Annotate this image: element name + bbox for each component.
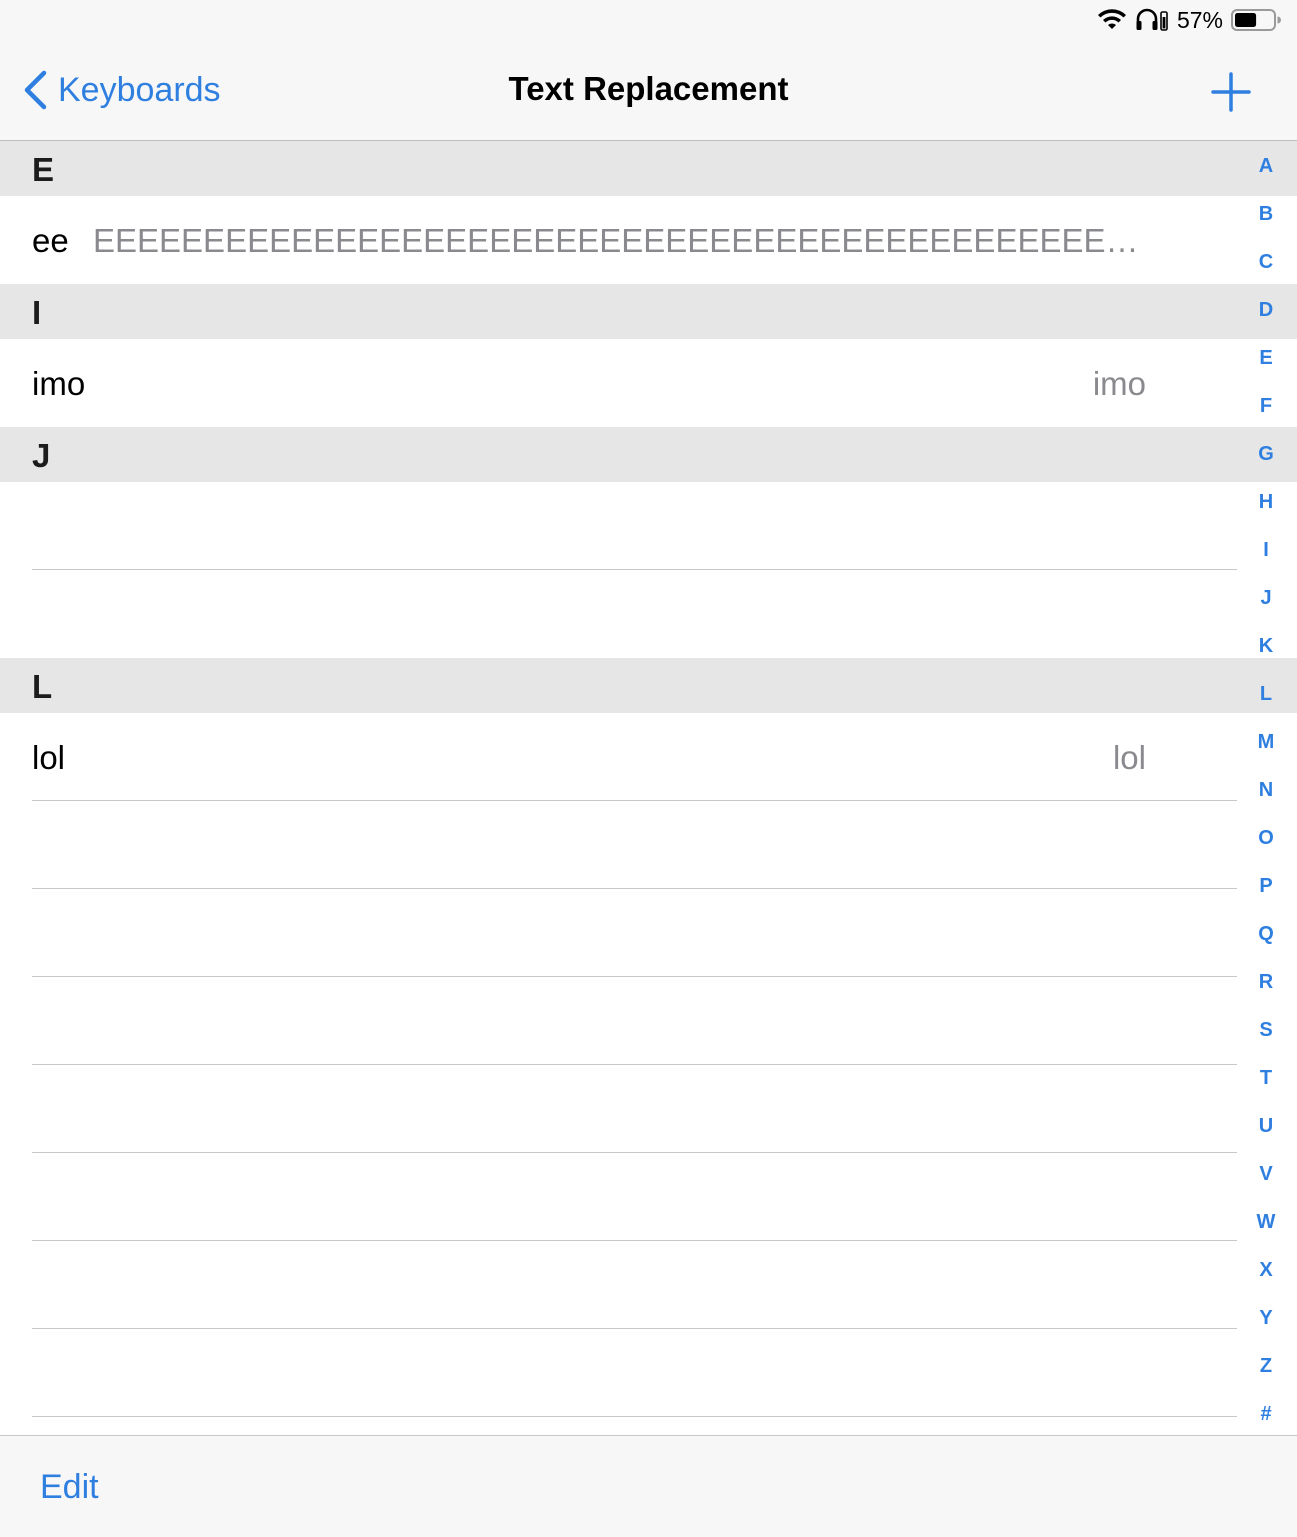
- index-letter-h[interactable]: H: [1235, 491, 1297, 514]
- index-letter-f[interactable]: F: [1235, 395, 1297, 418]
- index-letter-y[interactable]: Y: [1235, 1307, 1297, 1330]
- section-header-i: I: [0, 284, 1297, 339]
- index-letter-e[interactable]: E: [1235, 347, 1297, 370]
- index-letter-w[interactable]: W: [1235, 1211, 1297, 1234]
- status-indicators: 57%: [1097, 6, 1281, 34]
- headphones-icon: [1136, 8, 1168, 31]
- index-letter-u[interactable]: U: [1235, 1115, 1297, 1138]
- row-divider: [32, 1416, 1237, 1417]
- edit-button[interactable]: Edit: [40, 1468, 99, 1507]
- navigation-bar: Keyboards Text Replacement: [0, 40, 1297, 141]
- page-title: Text Replacement: [508, 70, 789, 107]
- status-bar: 57%: [0, 0, 1297, 40]
- section-header-e: E: [0, 141, 1297, 196]
- battery-percentage: 57%: [1176, 6, 1223, 33]
- section-index-bar[interactable]: A B C D E F G H I J K L M N O P Q R S T U V W X Y Z #: [1235, 141, 1297, 1435]
- section-header-label: I: [32, 294, 42, 331]
- phrase-text: ee: [32, 222, 69, 259]
- list-item[interactable]: [0, 1065, 1297, 1153]
- index-letter-o[interactable]: O: [1235, 827, 1297, 850]
- shortcut-text: EEEEEEEEEEEEEEEEEEEEEEEEEEEEEEEEEEEEEEEE…: [93, 222, 1146, 259]
- phrase-text: lol: [32, 739, 66, 776]
- phrase-text: imo: [32, 365, 86, 402]
- index-letter-p[interactable]: P: [1235, 875, 1297, 898]
- index-letter-n[interactable]: N: [1235, 779, 1297, 802]
- section-header-label: E: [32, 151, 55, 188]
- index-letter-j[interactable]: J: [1235, 587, 1297, 610]
- index-letter-x[interactable]: X: [1235, 1259, 1297, 1282]
- index-letter-m[interactable]: M: [1235, 731, 1297, 754]
- index-letter-z[interactable]: Z: [1235, 1355, 1297, 1378]
- index-letter-hash[interactable]: #: [1235, 1403, 1297, 1426]
- index-letter-g[interactable]: G: [1235, 443, 1297, 466]
- list-item[interactable]: [0, 1153, 1297, 1241]
- section-header-j: J: [0, 427, 1297, 482]
- list-item[interactable]: [0, 889, 1297, 977]
- index-letter-v[interactable]: V: [1235, 1163, 1297, 1186]
- list-item[interactable]: [0, 977, 1297, 1065]
- index-letter-a[interactable]: A: [1235, 155, 1297, 178]
- index-letter-s[interactable]: S: [1235, 1019, 1297, 1042]
- index-letter-c[interactable]: C: [1235, 251, 1297, 274]
- index-letter-r[interactable]: R: [1235, 971, 1297, 994]
- index-letter-k[interactable]: K: [1235, 635, 1297, 658]
- list-item[interactable]: ee EEEEEEEEEEEEEEEEEEEEEEEEEEEEEEEEEEEEE…: [0, 196, 1297, 284]
- shortcut-text: lol: [1112, 739, 1146, 776]
- list-item[interactable]: [0, 801, 1297, 889]
- list-item[interactable]: lol lol: [0, 713, 1297, 801]
- text-replacement-list: E ee EEEEEEEEEEEEEEEEEEEEEEEEEEEEEEEEEEE…: [0, 141, 1297, 1417]
- index-letter-b[interactable]: B: [1235, 203, 1297, 226]
- battery-icon: [1231, 9, 1281, 31]
- list-item[interactable]: [0, 482, 1297, 570]
- section-header-label: L: [32, 668, 53, 705]
- list-item[interactable]: [0, 570, 1297, 658]
- index-letter-d[interactable]: D: [1235, 299, 1297, 322]
- index-letter-q[interactable]: Q: [1235, 923, 1297, 946]
- plus-icon: [1211, 72, 1251, 112]
- shortcut-text: imo: [1092, 365, 1146, 402]
- section-header-l: L: [0, 658, 1297, 713]
- list-item[interactable]: [0, 1329, 1297, 1417]
- section-header-label: J: [32, 437, 51, 474]
- index-letter-t[interactable]: T: [1235, 1067, 1297, 1090]
- index-letter-l[interactable]: L: [1235, 683, 1297, 706]
- bottom-toolbar: Edit: [0, 1435, 1297, 1537]
- wifi-icon: [1097, 9, 1126, 29]
- add-button[interactable]: [1207, 68, 1255, 116]
- index-letter-i[interactable]: I: [1235, 539, 1297, 562]
- list-item[interactable]: [0, 1241, 1297, 1329]
- list-item[interactable]: imo imo: [0, 339, 1297, 427]
